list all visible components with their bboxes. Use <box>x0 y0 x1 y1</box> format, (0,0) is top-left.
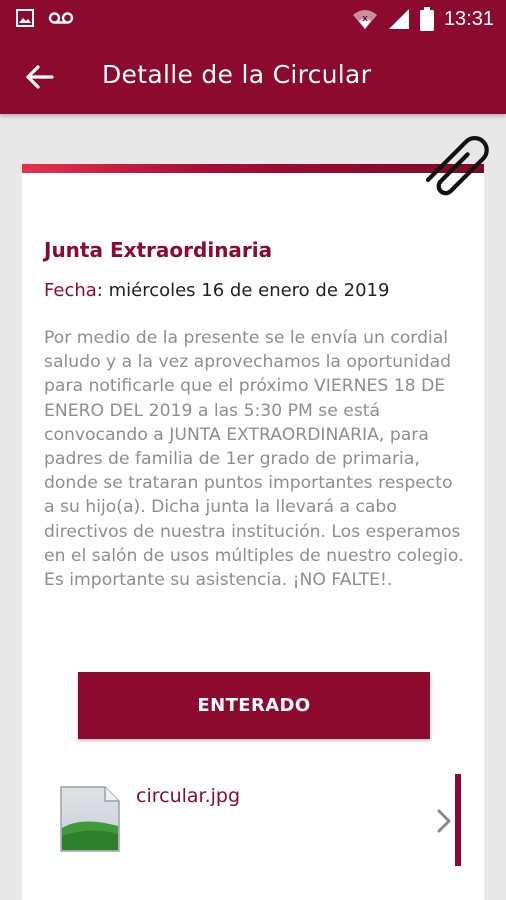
attachment-accent-bar <box>455 774 461 866</box>
circular-card: Junta Extraordinaria Fecha: miércoles 16… <box>22 136 489 900</box>
chevron-right-icon <box>437 809 451 833</box>
status-left-icons <box>16 9 74 27</box>
circular-date: Fecha: miércoles 16 de enero de 2019 <box>44 280 390 301</box>
date-label: Fecha <box>44 280 97 301</box>
circular-body: Por medio de la presente se le envía un … <box>44 328 464 591</box>
wifi-icon: x <box>352 10 377 29</box>
back-button[interactable] <box>20 58 60 98</box>
svg-text:x: x <box>362 14 368 24</box>
image-file-icon <box>60 786 120 852</box>
circular-title: Junta Extraordinaria <box>44 238 273 262</box>
page-title: Detalle de la Circular <box>102 60 372 89</box>
app-bar: Detalle de la Circular <box>0 38 506 114</box>
attachment-item[interactable]: circular.jpg <box>22 770 484 866</box>
status-time: 13:31 <box>443 8 494 30</box>
status-right-icons: x 13:31 <box>352 6 494 32</box>
signal-icon <box>388 9 409 29</box>
date-value: miércoles 16 de enero de 2019 <box>108 280 390 301</box>
paperclip-icon <box>425 136 489 196</box>
arrow-back-icon <box>26 65 54 89</box>
voicemail-icon <box>48 12 74 24</box>
enterado-button[interactable]: ENTERADO <box>78 672 430 739</box>
status-bar: x 13:31 <box>0 0 506 38</box>
battery-icon <box>419 7 434 31</box>
image-icon <box>16 9 34 27</box>
attachment-file-name: circular.jpg <box>136 785 241 807</box>
